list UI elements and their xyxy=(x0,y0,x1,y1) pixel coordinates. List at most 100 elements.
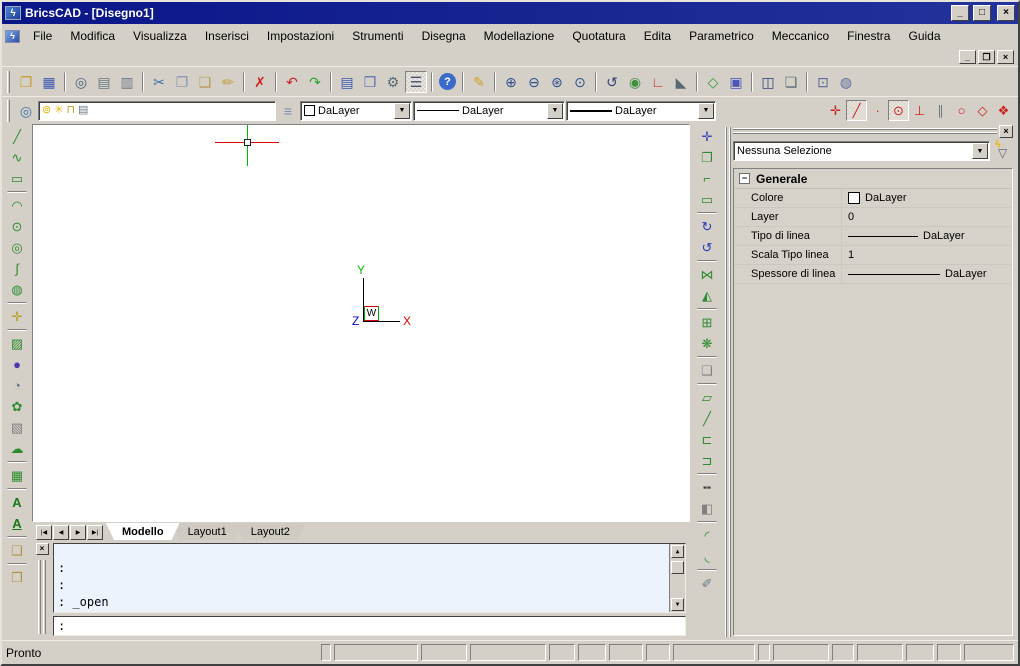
status-panel[interactable] xyxy=(334,644,418,661)
layer-states-icon[interactable]: ≡ xyxy=(277,100,299,122)
status-panel[interactable] xyxy=(832,644,854,661)
status-panel[interactable] xyxy=(470,644,546,661)
array-polar-icon[interactable]: ❋ xyxy=(696,333,718,354)
donut-icon[interactable]: ◎ xyxy=(6,237,28,258)
mirror-3d-icon[interactable]: ◭ xyxy=(696,285,718,306)
mirror-icon[interactable]: ⋈ xyxy=(696,264,718,285)
menu-item[interactable]: Disegna xyxy=(413,26,475,46)
layout-tab[interactable]: Layout1 xyxy=(172,523,243,540)
menu-item[interactable]: Modellazione xyxy=(475,26,564,46)
snap-tangent-icon[interactable]: ○ xyxy=(951,100,972,121)
zoom-in-icon[interactable]: ⊕ xyxy=(500,71,522,93)
lineweight-dropdown[interactable]: DaLayer ▼ xyxy=(566,101,716,121)
snap-parallel-icon[interactable]: ∥ xyxy=(930,100,951,121)
open-boundary-icon[interactable]: ⊐ xyxy=(696,450,718,471)
property-row[interactable]: Scala Tipo linea 1 xyxy=(734,246,1012,265)
property-row[interactable]: Spessore di linea DaLayer xyxy=(734,265,1012,284)
property-value[interactable]: 1 xyxy=(842,249,1012,261)
property-value[interactable]: DaLayer xyxy=(842,268,1012,280)
tab-next-button[interactable]: ▶ xyxy=(70,525,86,540)
mdi-restore-button[interactable]: ❐ xyxy=(978,50,995,64)
minimize-button[interactable]: _ xyxy=(951,5,969,21)
status-panel[interactable] xyxy=(773,644,829,661)
property-value[interactable]: DaLayer xyxy=(842,192,1012,204)
command-input[interactable]: : xyxy=(53,616,686,636)
revision-cloud-icon[interactable]: ☁ xyxy=(6,438,28,459)
layer-freeze-icon[interactable]: ✳ xyxy=(54,105,63,116)
drawing-explorer-icon[interactable]: ▤ xyxy=(336,71,358,93)
match-properties-icon[interactable]: ✏ xyxy=(217,71,239,93)
chamfer-icon[interactable]: ◟ xyxy=(696,546,718,567)
explode-icon[interactable]: ◧ xyxy=(696,498,718,519)
save-icon[interactable]: ▦ xyxy=(38,71,60,93)
zoom-previous-icon[interactable]: ⊙ xyxy=(569,71,591,93)
region-icon[interactable]: ◔ xyxy=(6,375,28,396)
mdi-minimize-button[interactable]: _ xyxy=(959,50,976,64)
sketch-icon[interactable]: ✎ xyxy=(468,71,490,93)
status-panel[interactable] xyxy=(964,644,1014,661)
help-icon[interactable]: ? xyxy=(439,73,456,90)
trim-icon[interactable]: ▱ xyxy=(696,387,718,408)
draw-order-icon[interactable]: ⊡ xyxy=(812,71,834,93)
copy-entities-icon[interactable]: ❐ xyxy=(696,147,718,168)
zoom-extents-icon[interactable]: ⊛ xyxy=(546,71,568,93)
menu-item[interactable]: Modifica xyxy=(61,26,124,46)
tile-windows-icon[interactable]: ◫ xyxy=(757,71,779,93)
status-panel[interactable] xyxy=(857,644,903,661)
solid-icon[interactable]: ● xyxy=(6,354,28,375)
status-panel[interactable] xyxy=(421,644,467,661)
snap-quadrant-icon[interactable]: ◇ xyxy=(972,100,993,121)
ucs-button-icon[interactable]: ∟ xyxy=(647,71,669,93)
menu-item[interactable]: Parametrico xyxy=(680,26,763,46)
linetype-dropdown[interactable]: DaLayer ▼ xyxy=(413,101,565,121)
snap-midpoint-icon[interactable]: ∙ xyxy=(867,100,888,121)
scale-icon[interactable]: ❏ xyxy=(696,360,718,381)
wipeout-icon[interactable]: ▧ xyxy=(6,417,28,438)
toolbar-handle[interactable] xyxy=(7,71,10,93)
scrollbar-thumb[interactable] xyxy=(671,561,684,574)
view-eye-icon[interactable]: ◉ xyxy=(624,71,646,93)
open-icon[interactable]: ❐ xyxy=(15,71,37,93)
mtext-icon[interactable]: A xyxy=(6,513,28,534)
document-icon[interactable]: ϟ xyxy=(5,30,20,43)
hatch-icon[interactable]: ▨ xyxy=(6,333,28,354)
layout-tab[interactable]: Layout2 xyxy=(235,523,306,540)
menu-item[interactable]: File xyxy=(24,26,61,46)
property-row[interactable]: Colore DaLayer xyxy=(734,189,1012,208)
status-panel[interactable] xyxy=(646,644,670,661)
orbit-icon[interactable]: ↺ xyxy=(601,71,623,93)
menu-item[interactable]: Guida xyxy=(899,26,949,46)
status-panel[interactable] xyxy=(578,644,606,661)
perspective-icon[interactable]: ◣ xyxy=(670,71,692,93)
undo-icon[interactable]: ↶ xyxy=(281,71,303,93)
snap-nearest-icon[interactable]: ✛ xyxy=(825,100,846,121)
layer-on-icon[interactable]: ⊚ xyxy=(42,105,51,116)
circle-icon[interactable]: ⊙ xyxy=(6,216,28,237)
rectangle-icon[interactable]: ▭ xyxy=(6,168,28,189)
layout-tab[interactable]: Modello xyxy=(106,523,180,540)
paste-icon[interactable]: ❑ xyxy=(194,71,216,93)
menu-item[interactable]: Quotatura xyxy=(563,26,634,46)
status-panel[interactable] xyxy=(758,644,770,661)
status-panel[interactable] xyxy=(937,644,961,661)
rotate-3d-icon[interactable]: ↺ xyxy=(696,237,718,258)
point-icon[interactable]: ✛ xyxy=(6,306,28,327)
properties-panel-grip-vertical[interactable] xyxy=(724,124,731,640)
block-icon[interactable]: ❏ xyxy=(6,540,28,561)
print-icon[interactable]: ▤ xyxy=(93,71,115,93)
selection-dropdown[interactable]: Nessuna Selezione ▼ xyxy=(733,141,990,161)
polyline-icon[interactable]: ∿ xyxy=(6,147,28,168)
status-panel[interactable] xyxy=(321,644,331,661)
command-close-icon[interactable]: × xyxy=(36,543,49,555)
close-button[interactable]: × xyxy=(997,5,1015,21)
break-icon[interactable]: ╍ xyxy=(696,477,718,498)
menu-item[interactable]: Inserisci xyxy=(196,26,258,46)
export-icon[interactable]: ▥ xyxy=(116,71,138,93)
ellipse-icon[interactable]: ◍ xyxy=(6,279,28,300)
line-icon[interactable]: ╱ xyxy=(6,126,28,147)
dropdown-arrow-icon[interactable]: ▼ xyxy=(698,103,714,119)
settings-icon[interactable]: ⚙ xyxy=(382,71,404,93)
insert-block-icon[interactable]: ❐ xyxy=(6,567,28,588)
shade-icon[interactable]: ◇ xyxy=(702,71,724,93)
snap-center-icon[interactable]: ⊙ xyxy=(888,100,909,121)
